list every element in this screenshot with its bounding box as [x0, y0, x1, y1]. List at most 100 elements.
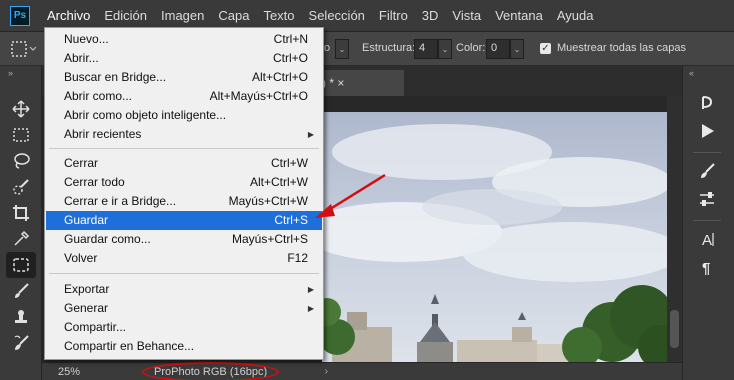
menu-item-abrir-como-objeto-inteligente[interactable]: Abrir como objeto inteligente...: [46, 106, 322, 125]
mode-label-partial: o: [324, 42, 331, 54]
move-icon[interactable]: [6, 96, 36, 122]
menu-item-shortcut: Alt+Ctrl+W: [249, 175, 308, 189]
document-tab[interactable]: ) * ×: [314, 70, 404, 96]
patch-icon[interactable]: [6, 252, 36, 278]
menu-item-shortcut: F12: [287, 251, 308, 265]
menu-item-label: Abrir...: [64, 51, 99, 65]
svg-text:¶: ¶: [702, 260, 710, 276]
menu-item-shortcut: Ctrl+W: [271, 156, 308, 170]
menu-item-compartir[interactable]: Compartir...: [46, 318, 322, 337]
adjustments-icon[interactable]: [693, 186, 721, 212]
menu-item-abrir-como[interactable]: Abrir como... Alt+Mayús+Ctrl+O: [46, 87, 322, 106]
vertical-scrollbar[interactable]: [667, 96, 682, 362]
history-icon[interactable]: [693, 90, 721, 116]
menu-item-shortcut: Ctrl+N: [273, 32, 308, 46]
menu-seleccion[interactable]: Selección: [302, 4, 372, 28]
menu-capa[interactable]: Capa: [211, 4, 256, 28]
menu-ventana[interactable]: Ventana: [488, 4, 550, 28]
menu-item-label: Guardar como...: [64, 232, 151, 246]
menu-item-generar[interactable]: Generar ▶: [46, 299, 322, 318]
menu-archivo[interactable]: Archivo: [40, 4, 97, 31]
mode-dropdown-arrow[interactable]: ⌄: [335, 39, 349, 59]
structure-input[interactable]: 4: [414, 39, 438, 59]
menu-item-label: Nuevo...: [64, 32, 109, 46]
menu-item-label: Abrir como objeto inteligente...: [64, 108, 227, 122]
color-label: Color:: [456, 42, 486, 54]
status-bar: 25% ProPhoto RGB (16bpc) ›: [42, 361, 682, 380]
color-profile-annotation: ProPhoto RGB (16bpc): [141, 361, 280, 380]
menu-ayuda[interactable]: Ayuda: [550, 4, 601, 28]
menu-item-label: Cerrar e ir a Bridge...: [64, 194, 177, 208]
svg-text:A: A: [702, 232, 712, 248]
sample-all-layers-label: Muestrear todas las capas: [557, 42, 687, 54]
menu-filtro[interactable]: Filtro: [372, 4, 415, 28]
menu-item-abrir-recientes[interactable]: Abrir recientes ▶: [46, 125, 322, 144]
menu-item-label: Abrir recientes: [64, 127, 142, 141]
archivo-dropdown-menu: Nuevo... Ctrl+N Abrir... Ctrl+O Buscar e…: [44, 27, 324, 360]
menu-texto[interactable]: Texto: [256, 4, 301, 28]
menu-item-label: Buscar en Bridge...: [64, 70, 167, 84]
menu-item-label: Compartir...: [64, 320, 127, 334]
menu-item-shortcut: Mayús+Ctrl+W: [228, 194, 308, 208]
dock-collapse-icon[interactable]: «: [689, 66, 734, 80]
toolbar-collapse-icon[interactable]: »: [0, 66, 41, 80]
menu-item-shortcut: Ctrl+S: [274, 213, 308, 227]
play-icon[interactable]: [693, 118, 721, 144]
menu-separator: [49, 273, 319, 274]
menu-item-shortcut: Mayús+Ctrl+S: [231, 232, 308, 246]
brush-icon[interactable]: [6, 278, 36, 304]
zoom-level[interactable]: 25%: [58, 366, 128, 378]
color-dropdown-arrow[interactable]: ⌄: [510, 39, 524, 59]
paragraph-icon[interactable]: ¶: [693, 254, 721, 280]
structure-dropdown-arrow[interactable]: ⌄: [438, 39, 452, 59]
history-brush-icon[interactable]: [6, 330, 36, 356]
menu-item-shortcut: Alt+Ctrl+O: [251, 70, 308, 84]
dock-separator: [693, 152, 721, 153]
eyedropper-icon[interactable]: [6, 226, 36, 252]
menu-item-buscar-en-bridge[interactable]: Buscar en Bridge... Alt+Ctrl+O: [46, 68, 322, 87]
menu-item-label: Cerrar todo: [64, 175, 125, 189]
tools-panel: »: [0, 66, 42, 380]
color-input[interactable]: 0: [486, 39, 510, 59]
menu-item-nuevo[interactable]: Nuevo... Ctrl+N: [46, 30, 322, 49]
menu-item-cerrar-e-ir-a-bridge[interactable]: Cerrar e ir a Bridge... Mayús+Ctrl+W: [46, 192, 322, 211]
menu-item-abrir[interactable]: Abrir... Ctrl+O: [46, 49, 322, 68]
structure-label: Estructura:: [362, 42, 416, 54]
menu-item-cerrar-todo[interactable]: Cerrar todo Alt+Ctrl+W: [46, 173, 322, 192]
photoshop-logo: Ps: [10, 5, 30, 26]
menu-item-label: Exportar: [64, 282, 110, 296]
menu-edicion[interactable]: Edición: [97, 4, 154, 28]
image-canvas[interactable]: [322, 112, 667, 362]
menu-vista[interactable]: Vista: [445, 4, 488, 28]
patch-tool-preset-icon: [11, 41, 37, 57]
submenu-arrow-icon: ▶: [307, 304, 314, 313]
character-icon[interactable]: A: [693, 226, 721, 252]
menu-item-exportar[interactable]: Exportar ▶: [46, 280, 322, 299]
menu-separator: [49, 148, 319, 149]
lasso-icon[interactable]: [6, 148, 36, 174]
brush-settings-icon[interactable]: [693, 158, 721, 184]
menu-item-label: Abrir como...: [64, 89, 133, 103]
color-profile[interactable]: ProPhoto RGB (16bpc): [154, 366, 267, 378]
menu-item-guardar[interactable]: Guardar Ctrl+S: [46, 211, 322, 230]
status-menu-arrow[interactable]: ›: [325, 366, 328, 377]
sample-all-layers-checkbox[interactable]: ✓: [540, 43, 551, 54]
submenu-arrow-icon: ▶: [307, 285, 314, 294]
marquee-icon[interactable]: [6, 122, 36, 148]
clone-stamp-icon[interactable]: [6, 304, 36, 330]
quick-selection-icon[interactable]: [6, 174, 36, 200]
landscape-photo: [322, 112, 667, 362]
scrollbar-thumb[interactable]: [670, 310, 679, 348]
right-panel-dock: « A ¶: [682, 66, 734, 380]
menu-imagen[interactable]: Imagen: [154, 4, 211, 28]
menu-item-guardar-como[interactable]: Guardar como... Mayús+Ctrl+S: [46, 230, 322, 249]
tool-preset-picker[interactable]: [8, 39, 38, 59]
menu-item-volver[interactable]: Volver F12: [46, 249, 322, 268]
menu-3d[interactable]: 3D: [415, 4, 446, 28]
menu-item-label: Volver: [64, 251, 98, 265]
menu-item-shortcut: Alt+Mayús+Ctrl+O: [209, 89, 308, 103]
menu-item-cerrar[interactable]: Cerrar Ctrl+W: [46, 154, 322, 173]
menu-item-compartir-en-behance[interactable]: Compartir en Behance...: [46, 337, 322, 356]
menu-item-label: Generar: [64, 301, 109, 315]
crop-icon[interactable]: [6, 200, 36, 226]
